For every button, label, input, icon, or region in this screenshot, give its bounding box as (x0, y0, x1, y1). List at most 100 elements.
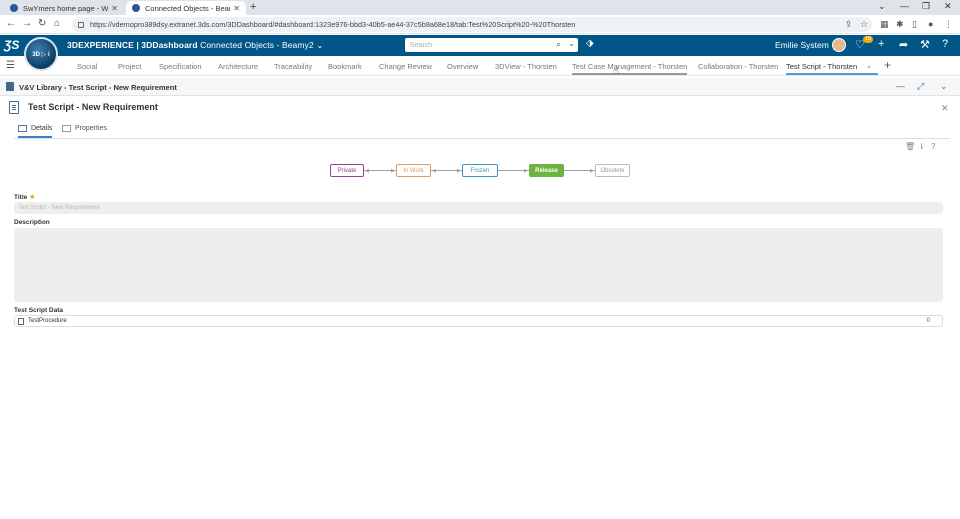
browser-tab-connected-objects[interactable]: Connected Objects - Beamy2 - T ✕ (126, 1, 246, 15)
test-script-data-label: Test Script Data (14, 307, 64, 314)
sidebar-icon[interactable]: ▯ (912, 19, 917, 30)
required-star-icon: ★ (29, 194, 36, 201)
table-icon (62, 125, 71, 132)
reload-icon[interactable]: ↻ (38, 18, 46, 29)
new-tab-button[interactable]: + (250, 1, 256, 13)
lifecycle-state-private[interactable]: Private (330, 164, 364, 177)
divider (14, 138, 950, 139)
title-field[interactable]: Test Script - New Requirement (14, 202, 943, 214)
avatar[interactable] (832, 38, 846, 52)
widget-app-icon (6, 82, 14, 91)
description-field[interactable] (14, 228, 943, 302)
tab-change-review[interactable]: Change Review (379, 62, 432, 71)
minimize-icon[interactable]: — (900, 1, 909, 11)
tab-social[interactable]: Social (77, 62, 97, 71)
url-text: https://vdemopro389dsy.extranet.3ds.com/… (90, 20, 576, 29)
chevron-down-icon: ⌄ (316, 40, 324, 50)
lifecycle-state-frozen[interactable]: Frozen (462, 164, 498, 177)
sort-icon[interactable]: ⇂ (918, 142, 925, 151)
share-icon[interactable]: ⇪ (845, 19, 853, 30)
widget-header: V&V Library - Test Script - New Requirem… (0, 78, 960, 96)
tab-test-case-management[interactable]: Test Case Management - Thorsten (572, 62, 688, 75)
lock-icon (78, 21, 84, 28)
puzzle-icon[interactable]: ✱ (896, 19, 904, 30)
tab-test-script[interactable]: Test Script - Thorsten (786, 62, 878, 75)
test-procedure-label: TestProcedure (28, 318, 67, 324)
subtab-properties-label: Properties (75, 125, 107, 132)
globe-icon (132, 4, 140, 12)
title-label: Title ★ (14, 193, 35, 201)
document-icon (18, 317, 24, 325)
test-procedure-row[interactable]: TestProcedure 0 (14, 315, 943, 327)
share-arrow-icon[interactable]: ➦ (899, 38, 908, 51)
address-bar-row: ← → ↻ ⌂ https://vdemopro389dsy.extranet.… (0, 15, 960, 34)
search-input[interactable]: Search ⌕ ⌄ (405, 38, 578, 52)
star-icon[interactable]: ☆ (860, 19, 868, 30)
extension-icon[interactable]: ▦ (880, 19, 889, 30)
close-icon[interactable]: ✕ (941, 103, 949, 114)
subtab-details-label: Details (31, 125, 53, 132)
arrow-left-icon: ◀ (365, 168, 369, 174)
ds-logo-icon[interactable]: ƷS (4, 38, 19, 52)
chevron-down-icon[interactable]: ⌄ (568, 39, 575, 48)
hand-cursor-icon: ☝ (613, 66, 620, 77)
back-arrow-icon[interactable]: ← (6, 18, 16, 29)
user-name[interactable]: Emilie System (775, 40, 829, 50)
help-icon[interactable]: ? (931, 142, 935, 151)
home-icon[interactable]: ⌂ (54, 18, 60, 29)
tab-project[interactable]: Project (118, 62, 141, 71)
help-icon[interactable]: ? (942, 38, 948, 50)
document-icon (9, 101, 19, 114)
close-icon[interactable]: ✕ (233, 4, 240, 13)
browser-tab-strip: SwYmers home page - What's up ✕ Connecte… (0, 0, 960, 15)
url-field[interactable]: https://vdemopro389dsy.extranet.3ds.com/… (72, 17, 872, 32)
brand-name: 3DEXPERIENCE | 3DDashboard (67, 40, 198, 50)
browser-tab-title: Connected Objects - Beamy2 - T (145, 3, 230, 13)
lifecycle-state-in-work[interactable]: In Work (396, 164, 431, 177)
notification-badge: 16 (863, 36, 874, 43)
tab-specification[interactable]: Specification (159, 62, 202, 71)
title-field-value: Test Script - New Requirement (18, 205, 100, 211)
subtab-properties[interactable]: Properties (62, 125, 107, 132)
restore-icon[interactable]: ❐ (922, 1, 930, 12)
tab-collaboration[interactable]: Collaboration - Thorsten (698, 62, 778, 71)
close-window-icon[interactable]: ✕ (944, 1, 952, 12)
arrow-right-icon: ▶ (590, 168, 594, 174)
table-icon (18, 125, 27, 132)
close-icon[interactable]: ✕ (111, 4, 118, 13)
widget-title: V&V Library - Test Script - New Requirem… (19, 83, 177, 92)
lifecycle-state-release[interactable]: Release (529, 164, 564, 177)
profile-icon[interactable]: ● (928, 19, 933, 29)
arrow-right-icon: ▶ (391, 168, 395, 174)
arrow-right-icon: ▶ (457, 168, 461, 174)
hamburger-menu-icon[interactable]: ☰ (6, 60, 15, 71)
dashboard-tab-bar: ☰ Social Project Specification Architect… (0, 56, 960, 76)
apps-icon[interactable]: ⚒ (920, 38, 930, 51)
chevron-down-icon[interactable]: ⌄ (866, 62, 872, 70)
title-label-text: Title (14, 194, 28, 201)
subtab-details[interactable]: Details (18, 125, 53, 138)
search-placeholder: Search (410, 41, 433, 49)
add-icon[interactable]: + (878, 38, 884, 50)
tab-traceability[interactable]: Traceability (274, 62, 312, 71)
compass-icon[interactable]: 3D ▷ i (24, 37, 58, 71)
forward-arrow-icon[interactable]: → (22, 18, 32, 29)
trash-icon[interactable]: 🗑 (905, 142, 915, 151)
search-icon[interactable]: ⌕ (556, 39, 561, 50)
dashboard-name: Connected Objects - Beamy2 (200, 40, 314, 50)
add-tab-button[interactable]: + (884, 58, 891, 72)
tab-bookmark[interactable]: Bookmark (328, 62, 362, 71)
tab-3dview[interactable]: 3DView - Thorsten (495, 62, 557, 71)
tag-icon[interactable]: ⬗ (586, 38, 594, 49)
expand-icon[interactable]: ⤢ (917, 81, 924, 92)
browser-tab-swymers[interactable]: SwYmers home page - What's up ✕ (4, 1, 124, 15)
tab-overview[interactable]: Overview (447, 62, 478, 71)
tab-search-icon[interactable]: ⌄ (878, 1, 886, 12)
description-label: Description (14, 219, 50, 226)
brand-title[interactable]: 3DEXPERIENCE | 3DDashboard Connected Obj… (67, 40, 323, 51)
lifecycle-state-obsolete[interactable]: Obsolete (595, 164, 630, 177)
menu-icon[interactable]: ⋮ (944, 19, 953, 30)
minimize-icon[interactable]: — (896, 81, 905, 91)
tab-architecture[interactable]: Architecture (218, 62, 258, 71)
chevron-down-icon[interactable]: ⌄ (940, 81, 948, 92)
